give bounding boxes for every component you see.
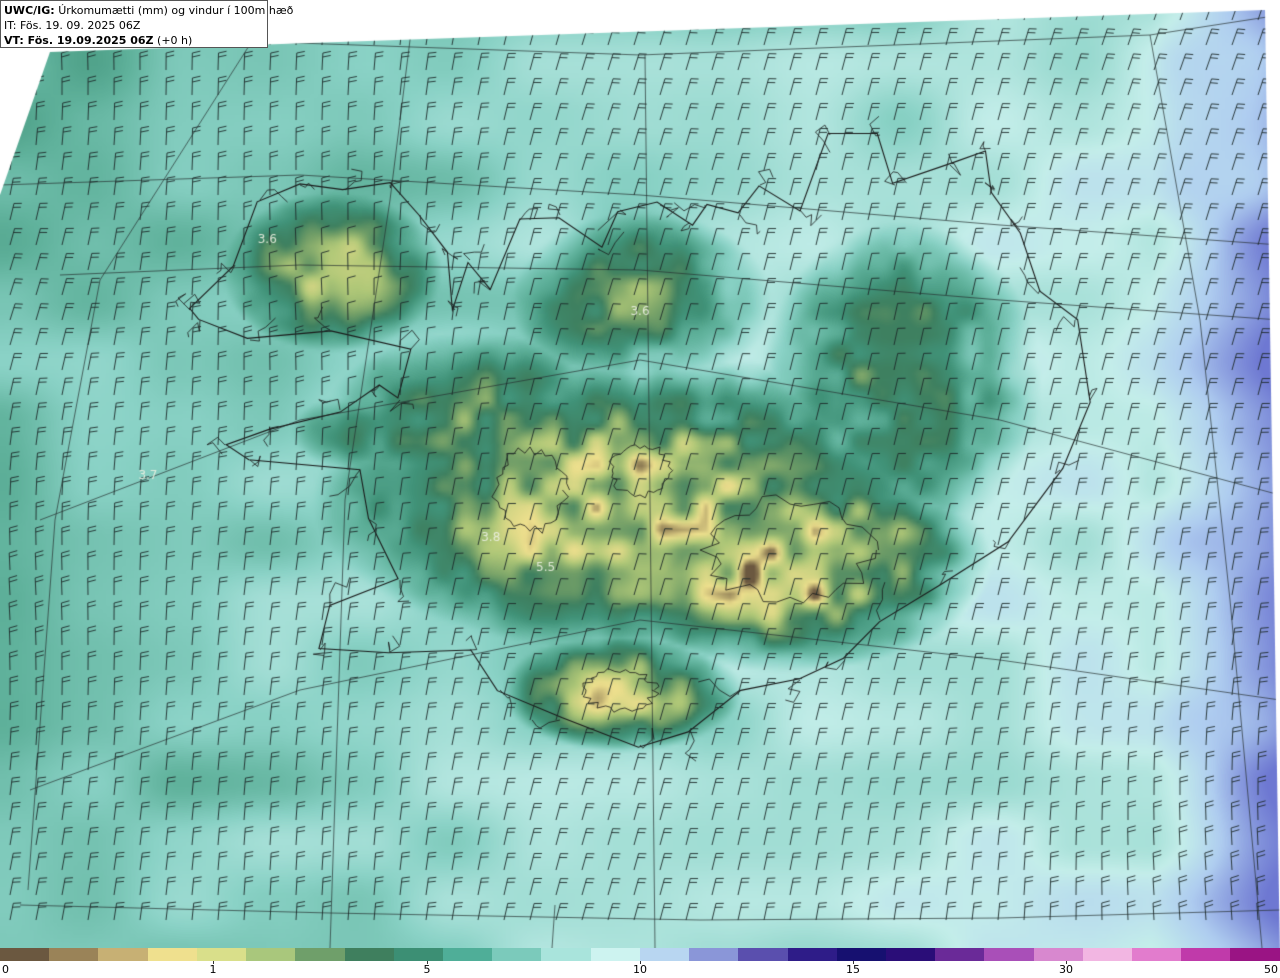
valid-time-row: VT: Fös. 19.09.2025 06Z (+0 h) [4,33,264,48]
colorbar-tick-15: 15 [846,963,860,976]
model-name: UWC/IG: [4,4,55,17]
colorbar-ticks: 0 1 5 10 15 30 50 [0,961,1280,978]
colorbar-segment [344,948,394,961]
colorbar-tick-50: 50 [1264,963,1278,976]
colorbar-tick-0: 0 [2,963,9,976]
colorbar-segment [639,948,690,961]
colorbar-gradient [0,948,1280,961]
colorbar-segment [98,948,148,961]
map-title: Úrkomumætti (mm) og vindur í 100m hæð [58,4,294,17]
colorbar-segment [590,948,640,961]
colorbar-tick-1: 1 [209,963,217,976]
colorbar-segment [442,948,493,961]
valid-time: VT: Fös. 19.09.2025 06Z [4,34,154,47]
colorbar-segment [689,948,739,961]
colorbar-segment [1132,948,1182,961]
colorbar-segment [393,948,443,961]
colorbar-tick-10: 10 [633,963,647,976]
precipitation-map[interactable] [0,0,1280,948]
colorbar-tick-30: 30 [1059,963,1073,976]
colorbar-segment [1230,948,1280,961]
colorbar-segment [295,948,345,961]
title-row: UWC/IG: Úrkomumætti (mm) og vindur í 100… [4,3,293,18]
colorbar-segment [0,948,50,961]
colorbar-segment [196,948,247,961]
colorbar-segment [492,948,542,961]
colorbar-segment [541,948,591,961]
colorbar-segment [935,948,985,961]
colorbar-segment [49,948,99,961]
colorbar: 0 1 5 10 15 30 50 [0,948,1280,978]
colorbar-segment [738,948,788,961]
init-time: IT: Fös. 19. 09. 2025 06Z [4,19,141,32]
colorbar-segment [147,948,197,961]
colorbar-segment [1033,948,1083,961]
colorbar-segment [246,948,296,961]
lead-time: (+0 h) [157,34,193,47]
colorbar-segment [1082,948,1133,961]
colorbar-segment [984,948,1034,961]
map-info-box: UWC/IG: Úrkomumætti (mm) og vindur í 100… [0,0,293,48]
colorbar-segment [1181,948,1231,961]
colorbar-tick-5: 5 [423,963,431,976]
colorbar-segment [836,948,886,961]
colorbar-segment [885,948,936,961]
colorbar-segment [787,948,837,961]
